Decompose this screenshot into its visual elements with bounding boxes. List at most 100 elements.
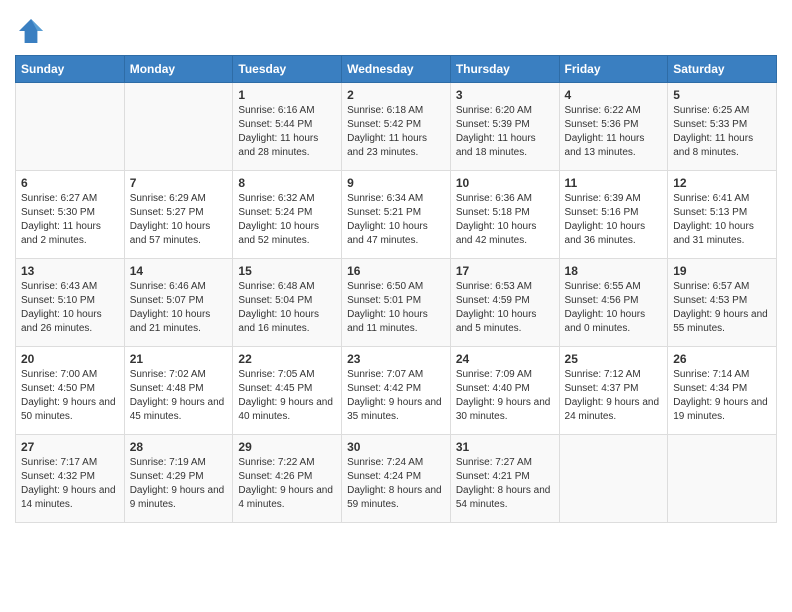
day-number: 13 <box>21 264 119 278</box>
day-number: 2 <box>347 88 445 102</box>
col-header-tuesday: Tuesday <box>233 56 342 83</box>
page-container: SundayMondayTuesdayWednesdayThursdayFrid… <box>0 0 792 538</box>
week-row-1: 1 Sunrise: 6:16 AM Sunset: 5:44 PM Daylig… <box>16 83 777 171</box>
week-row-2: 6Sunrise: 6:27 AM Sunset: 5:30 PM Daylig… <box>16 171 777 259</box>
day-info: Sunrise: 6:53 AM Sunset: 4:59 PM Dayligh… <box>456 280 554 336</box>
day-number: 17 <box>456 264 554 278</box>
day-number: 12 <box>673 176 771 190</box>
day-cell <box>124 83 233 171</box>
day-cell: 10 Sunrise: 6:36 AM Sunset: 5:18 PM Dayli… <box>450 171 559 259</box>
calendar-table: SundayMondayTuesdayWednesdayThursdayFrid… <box>15 55 777 523</box>
day-cell: 2 Sunrise: 6:18 AM Sunset: 5:42 PM Daylig… <box>342 83 451 171</box>
day-cell: 16 Sunrise: 6:50 AM Sunset: 5:01 PM Dayli… <box>342 259 451 347</box>
day-info: Sunrise: 7:02 AM Sunset: 4:48 PM Dayligh… <box>130 368 228 424</box>
day-number: 27 <box>21 440 119 454</box>
day-number: 30 <box>347 440 445 454</box>
day-number: 14 <box>130 264 228 278</box>
day-cell: 20Sunrise: 7:00 AM Sunset: 4:50 PM Dayli… <box>16 347 125 435</box>
day-number: 6 <box>21 176 119 190</box>
day-number: 31 <box>456 440 554 454</box>
week-row-5: 27 Sunrise: 7:17 AM Sunset: 4:32 PM Dayli… <box>16 435 777 523</box>
day-info: Sunrise: 7:27 AM Sunset: 4:21 PM Dayligh… <box>456 456 554 512</box>
day-cell: 3 Sunrise: 6:20 AM Sunset: 5:39 PM Daylig… <box>450 83 559 171</box>
day-info: Sunrise: 7:19 AM Sunset: 4:29 PM Dayligh… <box>130 456 228 512</box>
day-cell: 27 Sunrise: 7:17 AM Sunset: 4:32 PM Dayli… <box>16 435 125 523</box>
day-number: 22 <box>238 352 336 366</box>
day-cell: 17 Sunrise: 6:53 AM Sunset: 4:59 PM Dayli… <box>450 259 559 347</box>
col-header-thursday: Thursday <box>450 56 559 83</box>
day-number: 16 <box>347 264 445 278</box>
day-info: Sunrise: 6:34 AM Sunset: 5:21 PM Dayligh… <box>347 192 445 248</box>
day-number: 1 <box>238 88 336 102</box>
day-info: Sunrise: 6:16 AM Sunset: 5:44 PM Dayligh… <box>238 104 336 160</box>
day-cell: 26 Sunrise: 7:14 AM Sunset: 4:34 PM Dayli… <box>668 347 777 435</box>
logo-icon <box>15 15 47 47</box>
header <box>15 10 777 47</box>
day-number: 5 <box>673 88 771 102</box>
day-info: Sunrise: 6:18 AM Sunset: 5:42 PM Dayligh… <box>347 104 445 160</box>
day-cell: 12Sunrise: 6:41 AM Sunset: 5:13 PM Dayli… <box>668 171 777 259</box>
day-info: Sunrise: 6:20 AM Sunset: 5:39 PM Dayligh… <box>456 104 554 160</box>
day-cell <box>559 435 668 523</box>
day-info: Sunrise: 6:46 AM Sunset: 5:07 PM Dayligh… <box>130 280 228 336</box>
col-header-monday: Monday <box>124 56 233 83</box>
col-header-sunday: Sunday <box>16 56 125 83</box>
day-cell: 25 Sunrise: 7:12 AM Sunset: 4:37 PM Dayli… <box>559 347 668 435</box>
day-cell: 30Sunrise: 7:24 AM Sunset: 4:24 PM Dayli… <box>342 435 451 523</box>
day-cell: 7Sunrise: 6:29 AM Sunset: 5:27 PM Daylig… <box>124 171 233 259</box>
day-number: 19 <box>673 264 771 278</box>
day-cell: 22 Sunrise: 7:05 AM Sunset: 4:45 PM Dayli… <box>233 347 342 435</box>
day-number: 3 <box>456 88 554 102</box>
day-cell: 6Sunrise: 6:27 AM Sunset: 5:30 PM Daylig… <box>16 171 125 259</box>
day-cell: 23Sunrise: 7:07 AM Sunset: 4:42 PM Dayli… <box>342 347 451 435</box>
day-cell: 11 Sunrise: 6:39 AM Sunset: 5:16 PM Dayli… <box>559 171 668 259</box>
day-cell: 4 Sunrise: 6:22 AM Sunset: 5:36 PM Daylig… <box>559 83 668 171</box>
logo <box>15 15 51 47</box>
day-number: 9 <box>347 176 445 190</box>
day-number: 21 <box>130 352 228 366</box>
day-info: Sunrise: 6:36 AM Sunset: 5:18 PM Dayligh… <box>456 192 554 248</box>
day-number: 26 <box>673 352 771 366</box>
day-number: 10 <box>456 176 554 190</box>
day-number: 11 <box>565 176 663 190</box>
header-row: SundayMondayTuesdayWednesdayThursdayFrid… <box>16 56 777 83</box>
day-cell: 19 Sunrise: 6:57 AM Sunset: 4:53 PM Dayli… <box>668 259 777 347</box>
day-cell: 9 Sunrise: 6:34 AM Sunset: 5:21 PM Daylig… <box>342 171 451 259</box>
day-info: Sunrise: 6:39 AM Sunset: 5:16 PM Dayligh… <box>565 192 663 248</box>
day-cell: 13 Sunrise: 6:43 AM Sunset: 5:10 PM Dayli… <box>16 259 125 347</box>
day-info: Sunrise: 6:32 AM Sunset: 5:24 PM Dayligh… <box>238 192 336 248</box>
day-info: Sunrise: 7:00 AM Sunset: 4:50 PM Dayligh… <box>21 368 119 424</box>
day-cell: 24 Sunrise: 7:09 AM Sunset: 4:40 PM Dayli… <box>450 347 559 435</box>
day-info: Sunrise: 6:43 AM Sunset: 5:10 PM Dayligh… <box>21 280 119 336</box>
day-info: Sunrise: 6:55 AM Sunset: 4:56 PM Dayligh… <box>565 280 663 336</box>
day-info: Sunrise: 7:22 AM Sunset: 4:26 PM Dayligh… <box>238 456 336 512</box>
day-cell: 18Sunrise: 6:55 AM Sunset: 4:56 PM Dayli… <box>559 259 668 347</box>
day-info: Sunrise: 6:22 AM Sunset: 5:36 PM Dayligh… <box>565 104 663 160</box>
day-number: 4 <box>565 88 663 102</box>
day-cell: 5 Sunrise: 6:25 AM Sunset: 5:33 PM Daylig… <box>668 83 777 171</box>
week-row-3: 13 Sunrise: 6:43 AM Sunset: 5:10 PM Dayli… <box>16 259 777 347</box>
day-number: 24 <box>456 352 554 366</box>
day-cell: 8Sunrise: 6:32 AM Sunset: 5:24 PM Daylig… <box>233 171 342 259</box>
day-info: Sunrise: 7:05 AM Sunset: 4:45 PM Dayligh… <box>238 368 336 424</box>
day-number: 23 <box>347 352 445 366</box>
day-number: 7 <box>130 176 228 190</box>
day-cell: 14 Sunrise: 6:46 AM Sunset: 5:07 PM Dayli… <box>124 259 233 347</box>
day-number: 25 <box>565 352 663 366</box>
day-info: Sunrise: 6:57 AM Sunset: 4:53 PM Dayligh… <box>673 280 771 336</box>
day-cell: 1 Sunrise: 6:16 AM Sunset: 5:44 PM Daylig… <box>233 83 342 171</box>
col-header-saturday: Saturday <box>668 56 777 83</box>
week-row-4: 20Sunrise: 7:00 AM Sunset: 4:50 PM Dayli… <box>16 347 777 435</box>
day-info: Sunrise: 6:25 AM Sunset: 5:33 PM Dayligh… <box>673 104 771 160</box>
day-cell: 21 Sunrise: 7:02 AM Sunset: 4:48 PM Dayli… <box>124 347 233 435</box>
day-info: Sunrise: 6:50 AM Sunset: 5:01 PM Dayligh… <box>347 280 445 336</box>
day-cell: 28Sunrise: 7:19 AM Sunset: 4:29 PM Dayli… <box>124 435 233 523</box>
day-info: Sunrise: 7:14 AM Sunset: 4:34 PM Dayligh… <box>673 368 771 424</box>
day-info: Sunrise: 7:09 AM Sunset: 4:40 PM Dayligh… <box>456 368 554 424</box>
day-info: Sunrise: 7:12 AM Sunset: 4:37 PM Dayligh… <box>565 368 663 424</box>
col-header-wednesday: Wednesday <box>342 56 451 83</box>
day-cell <box>668 435 777 523</box>
day-info: Sunrise: 7:17 AM Sunset: 4:32 PM Dayligh… <box>21 456 119 512</box>
day-cell: 29Sunrise: 7:22 AM Sunset: 4:26 PM Dayli… <box>233 435 342 523</box>
col-header-friday: Friday <box>559 56 668 83</box>
